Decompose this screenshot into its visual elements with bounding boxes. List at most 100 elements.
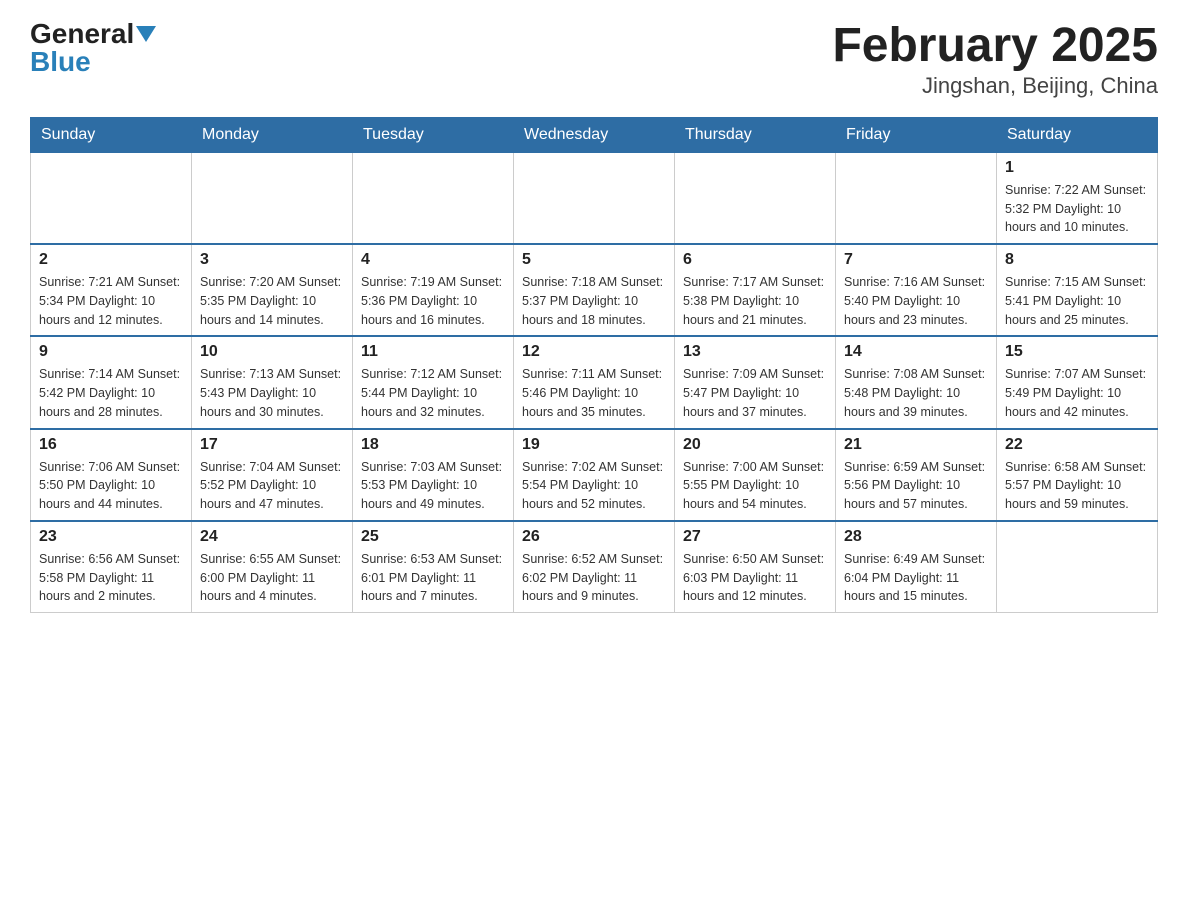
- day-info: Sunrise: 6:55 AM Sunset: 6:00 PM Dayligh…: [200, 550, 344, 606]
- calendar-week-row: 23 Sunrise: 6:56 AM Sunset: 5:58 PM Dayli…: [31, 521, 1158, 613]
- calendar-cell: 3 Sunrise: 7:20 AM Sunset: 5:35 PM Daylig…: [192, 244, 353, 336]
- calendar-cell: 20 Sunrise: 7:00 AM Sunset: 5:55 PM Dayli…: [675, 429, 836, 521]
- day-number: 22: [1005, 436, 1149, 454]
- day-info: Sunrise: 7:03 AM Sunset: 5:53 PM Dayligh…: [361, 458, 505, 514]
- day-number: 24: [200, 528, 344, 546]
- day-info: Sunrise: 7:02 AM Sunset: 5:54 PM Dayligh…: [522, 458, 666, 514]
- calendar-cell: [353, 152, 514, 244]
- day-info: Sunrise: 6:58 AM Sunset: 5:57 PM Dayligh…: [1005, 458, 1149, 514]
- day-info: Sunrise: 7:22 AM Sunset: 5:32 PM Dayligh…: [1005, 181, 1149, 237]
- day-info: Sunrise: 6:53 AM Sunset: 6:01 PM Dayligh…: [361, 550, 505, 606]
- day-info: Sunrise: 7:18 AM Sunset: 5:37 PM Dayligh…: [522, 273, 666, 329]
- day-number: 19: [522, 436, 666, 454]
- day-info: Sunrise: 6:56 AM Sunset: 5:58 PM Dayligh…: [39, 550, 183, 606]
- day-number: 2: [39, 251, 183, 269]
- calendar-cell: 12Sunrise: 7:11 AM Sunset: 5:46 PM Dayli…: [514, 336, 675, 428]
- calendar-cell: [31, 152, 192, 244]
- day-number: 25: [361, 528, 505, 546]
- day-info: Sunrise: 7:17 AM Sunset: 5:38 PM Dayligh…: [683, 273, 827, 329]
- day-number: 16: [39, 436, 183, 454]
- day-info: Sunrise: 7:14 AM Sunset: 5:42 PM Dayligh…: [39, 365, 183, 421]
- page-header: General Blue February 2025 Jingshan, Bei…: [30, 20, 1158, 99]
- day-info: Sunrise: 7:07 AM Sunset: 5:49 PM Dayligh…: [1005, 365, 1149, 421]
- calendar-cell: 17 Sunrise: 7:04 AM Sunset: 5:52 PM Dayli…: [192, 429, 353, 521]
- calendar-cell: 15Sunrise: 7:07 AM Sunset: 5:49 PM Dayli…: [997, 336, 1158, 428]
- calendar-cell: [514, 152, 675, 244]
- weekday-header: Sunday: [31, 117, 192, 152]
- calendar-cell: 13 Sunrise: 7:09 AM Sunset: 5:47 PM Dayli…: [675, 336, 836, 428]
- calendar-week-row: 1 Sunrise: 7:22 AM Sunset: 5:32 PM Daylig…: [31, 152, 1158, 244]
- page-subtitle: Jingshan, Beijing, China: [832, 73, 1158, 99]
- calendar-cell: 28 Sunrise: 6:49 AM Sunset: 6:04 PM Dayli…: [836, 521, 997, 613]
- day-number: 3: [200, 251, 344, 269]
- day-info: Sunrise: 6:49 AM Sunset: 6:04 PM Dayligh…: [844, 550, 988, 606]
- calendar-cell: 22 Sunrise: 6:58 AM Sunset: 5:57 PM Dayli…: [997, 429, 1158, 521]
- day-info: Sunrise: 7:12 AM Sunset: 5:44 PM Dayligh…: [361, 365, 505, 421]
- day-number: 1: [1005, 159, 1149, 177]
- calendar-cell: 8 Sunrise: 7:15 AM Sunset: 5:41 PM Daylig…: [997, 244, 1158, 336]
- calendar-cell: 14Sunrise: 7:08 AM Sunset: 5:48 PM Dayli…: [836, 336, 997, 428]
- day-info: Sunrise: 7:19 AM Sunset: 5:36 PM Dayligh…: [361, 273, 505, 329]
- calendar-cell: 27Sunrise: 6:50 AM Sunset: 6:03 PM Dayli…: [675, 521, 836, 613]
- day-number: 17: [200, 436, 344, 454]
- calendar-table: SundayMondayTuesdayWednesdayThursdayFrid…: [30, 117, 1158, 613]
- calendar-cell: 10Sunrise: 7:13 AM Sunset: 5:43 PM Dayli…: [192, 336, 353, 428]
- day-number: 26: [522, 528, 666, 546]
- weekday-header: Saturday: [997, 117, 1158, 152]
- day-info: Sunrise: 7:13 AM Sunset: 5:43 PM Dayligh…: [200, 365, 344, 421]
- day-number: 11: [361, 343, 505, 361]
- day-info: Sunrise: 7:15 AM Sunset: 5:41 PM Dayligh…: [1005, 273, 1149, 329]
- logo-blue-text: Blue: [30, 48, 91, 76]
- calendar-cell: 23 Sunrise: 6:56 AM Sunset: 5:58 PM Dayli…: [31, 521, 192, 613]
- calendar-cell: 6 Sunrise: 7:17 AM Sunset: 5:38 PM Daylig…: [675, 244, 836, 336]
- calendar-cell: 2 Sunrise: 7:21 AM Sunset: 5:34 PM Daylig…: [31, 244, 192, 336]
- day-info: Sunrise: 7:08 AM Sunset: 5:48 PM Dayligh…: [844, 365, 988, 421]
- calendar-cell: 11 Sunrise: 7:12 AM Sunset: 5:44 PM Dayli…: [353, 336, 514, 428]
- day-number: 9: [39, 343, 183, 361]
- calendar-cell: 9 Sunrise: 7:14 AM Sunset: 5:42 PM Daylig…: [31, 336, 192, 428]
- calendar-cell: 5Sunrise: 7:18 AM Sunset: 5:37 PM Daylig…: [514, 244, 675, 336]
- calendar-cell: [997, 521, 1158, 613]
- day-info: Sunrise: 7:11 AM Sunset: 5:46 PM Dayligh…: [522, 365, 666, 421]
- day-number: 28: [844, 528, 988, 546]
- day-number: 6: [683, 251, 827, 269]
- calendar-cell: 7 Sunrise: 7:16 AM Sunset: 5:40 PM Daylig…: [836, 244, 997, 336]
- day-number: 7: [844, 251, 988, 269]
- calendar-week-row: 2 Sunrise: 7:21 AM Sunset: 5:34 PM Daylig…: [31, 244, 1158, 336]
- day-number: 8: [1005, 251, 1149, 269]
- day-info: Sunrise: 7:16 AM Sunset: 5:40 PM Dayligh…: [844, 273, 988, 329]
- calendar-week-row: 16 Sunrise: 7:06 AM Sunset: 5:50 PM Dayli…: [31, 429, 1158, 521]
- day-number: 4: [361, 251, 505, 269]
- logo: General Blue: [30, 20, 156, 76]
- day-info: Sunrise: 7:20 AM Sunset: 5:35 PM Dayligh…: [200, 273, 344, 329]
- day-info: Sunrise: 7:00 AM Sunset: 5:55 PM Dayligh…: [683, 458, 827, 514]
- day-number: 13: [683, 343, 827, 361]
- day-info: Sunrise: 7:21 AM Sunset: 5:34 PM Dayligh…: [39, 273, 183, 329]
- title-area: February 2025 Jingshan, Beijing, China: [832, 20, 1158, 99]
- weekday-header: Tuesday: [353, 117, 514, 152]
- day-number: 23: [39, 528, 183, 546]
- day-info: Sunrise: 7:09 AM Sunset: 5:47 PM Dayligh…: [683, 365, 827, 421]
- page-title: February 2025: [832, 20, 1158, 73]
- calendar-cell: [675, 152, 836, 244]
- calendar-cell: 26 Sunrise: 6:52 AM Sunset: 6:02 PM Dayli…: [514, 521, 675, 613]
- day-info: Sunrise: 7:06 AM Sunset: 5:50 PM Dayligh…: [39, 458, 183, 514]
- calendar-header-row: SundayMondayTuesdayWednesdayThursdayFrid…: [31, 117, 1158, 152]
- day-info: Sunrise: 6:52 AM Sunset: 6:02 PM Dayligh…: [522, 550, 666, 606]
- day-number: 20: [683, 436, 827, 454]
- day-number: 27: [683, 528, 827, 546]
- weekday-header: Wednesday: [514, 117, 675, 152]
- weekday-header: Thursday: [675, 117, 836, 152]
- calendar-cell: 4 Sunrise: 7:19 AM Sunset: 5:36 PM Daylig…: [353, 244, 514, 336]
- calendar-cell: 18Sunrise: 7:03 AM Sunset: 5:53 PM Dayli…: [353, 429, 514, 521]
- calendar-cell: 24 Sunrise: 6:55 AM Sunset: 6:00 PM Dayli…: [192, 521, 353, 613]
- day-info: Sunrise: 6:59 AM Sunset: 5:56 PM Dayligh…: [844, 458, 988, 514]
- day-info: Sunrise: 7:04 AM Sunset: 5:52 PM Dayligh…: [200, 458, 344, 514]
- calendar-cell: 25 Sunrise: 6:53 AM Sunset: 6:01 PM Dayli…: [353, 521, 514, 613]
- calendar-cell: 19 Sunrise: 7:02 AM Sunset: 5:54 PM Dayli…: [514, 429, 675, 521]
- weekday-header: Monday: [192, 117, 353, 152]
- calendar-cell: 21Sunrise: 6:59 AM Sunset: 5:56 PM Dayli…: [836, 429, 997, 521]
- calendar-cell: 16 Sunrise: 7:06 AM Sunset: 5:50 PM Dayli…: [31, 429, 192, 521]
- calendar-week-row: 9 Sunrise: 7:14 AM Sunset: 5:42 PM Daylig…: [31, 336, 1158, 428]
- calendar-cell: [192, 152, 353, 244]
